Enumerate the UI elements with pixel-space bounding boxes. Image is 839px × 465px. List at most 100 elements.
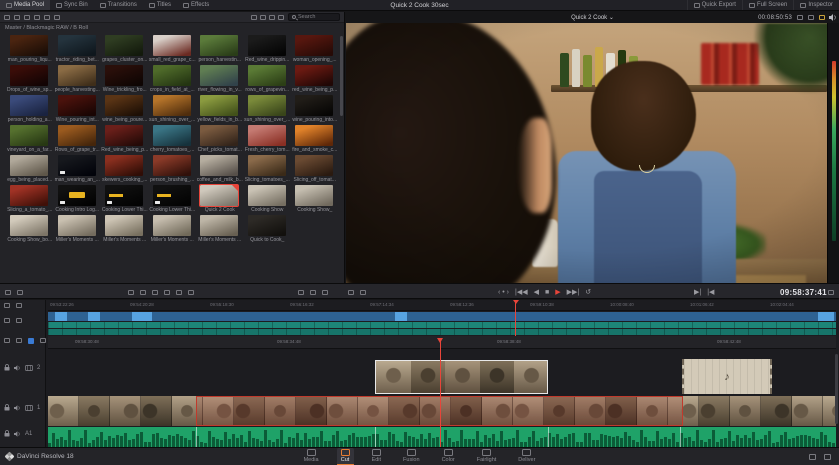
media-clip[interactable]: tractor_riding_bet...: [54, 34, 102, 64]
media-clip[interactable]: Chef_picks_tomat...: [196, 124, 244, 154]
media-clip[interactable]: person_holding_a...: [6, 94, 54, 124]
sync-clips-icon[interactable]: [44, 14, 50, 20]
search-input[interactable]: Search: [288, 13, 340, 21]
page-fairlight[interactable]: Fairlight: [473, 448, 501, 465]
selected-clip-v2[interactable]: [375, 360, 548, 394]
clip-color-swatch[interactable]: [28, 338, 34, 344]
audio-track-1[interactable]: [48, 427, 836, 447]
match-frame-button[interactable]: ▶|: [694, 289, 701, 296]
loop-button[interactable]: ↺: [585, 289, 591, 296]
page-deliver[interactable]: Deliver: [514, 448, 539, 465]
media-clip[interactable]: person_harvestin...: [196, 34, 244, 64]
media-clip[interactable]: red_wine_being_p...: [291, 64, 339, 94]
import-media-icon[interactable]: [4, 14, 10, 20]
overview-audio-track-1[interactable]: [48, 322, 836, 328]
timeline-playhead[interactable]: [437, 338, 443, 447]
media-clip[interactable]: Cooking Intro Log...: [54, 184, 102, 214]
media-clip[interactable]: rows_of_grapevin...: [244, 64, 292, 94]
snapping-icon[interactable]: [16, 303, 22, 308]
media-clip[interactable]: egg_being_placed...: [6, 154, 54, 184]
camera-icon[interactable]: [54, 14, 60, 20]
cloud-icon[interactable]: [797, 15, 803, 20]
tab-sync-bin[interactable]: Sync Bin: [50, 0, 94, 10]
lock-icon[interactable]: [4, 364, 10, 371]
media-clip[interactable]: person_brushing_...: [149, 154, 197, 184]
go-to-end-button[interactable]: ▶▶|: [567, 289, 580, 296]
page-media[interactable]: Media: [300, 448, 323, 465]
page-fusion[interactable]: Fusion: [399, 448, 424, 465]
inspector-button[interactable]: Inspector: [793, 0, 839, 10]
edit-function-icon[interactable]: [164, 289, 170, 295]
view-mode-icon[interactable]: [322, 289, 328, 295]
flag-icon[interactable]: [40, 338, 46, 343]
wand-icon[interactable]: [819, 15, 825, 20]
media-clip[interactable]: cherry_tomatoes_...: [149, 124, 197, 154]
media-clip[interactable]: wine_being_poure...: [101, 94, 149, 124]
media-clip[interactable]: Miller's Moments ...: [101, 214, 149, 244]
shuttle-control[interactable]: ‹ • ›: [498, 289, 509, 296]
media-clip[interactable]: sun_shining_over_...: [149, 94, 197, 124]
speaker-icon[interactable]: [14, 404, 21, 411]
timeline-scrollbar[interactable]: [835, 354, 838, 424]
page-color[interactable]: Color: [438, 448, 459, 465]
media-clip[interactable]: coffee_and_milk_b...: [196, 154, 244, 184]
media-clip[interactable]: small_red_grape_c...: [149, 34, 197, 64]
tab-transitions[interactable]: Transitions: [94, 0, 143, 10]
track-tools-icon[interactable]: [4, 303, 10, 308]
media-clip[interactable]: yellow_fields_in_b...: [196, 94, 244, 124]
media-clip[interactable]: Cooking Lower Thi...: [149, 184, 197, 214]
play-reverse-button[interactable]: ◀: [534, 289, 539, 296]
edit-function-icon[interactable]: [128, 289, 134, 295]
media-clip[interactable]: Fresh_cherry_tom...: [244, 124, 292, 154]
thumbnail-view-icon[interactable]: [260, 14, 266, 20]
stop-button[interactable]: ■: [545, 289, 549, 296]
media-clip[interactable]: man_pouring_liqu...: [6, 34, 54, 64]
media-clip[interactable]: woman_opening_...: [291, 34, 339, 64]
music-clip[interactable]: ♪: [682, 359, 772, 394]
media-clip[interactable]: river_flowing_in_v...: [196, 64, 244, 94]
media-clip[interactable]: Slicing_tomatoes_...: [244, 154, 292, 184]
media-clip[interactable]: man_wearing_an_...: [54, 154, 102, 184]
lock-icon[interactable]: [4, 430, 10, 437]
media-clip[interactable]: Cooking Show_: [291, 184, 339, 214]
trim-tool-icon[interactable]: [348, 289, 354, 295]
media-clip[interactable]: Wine_trickling_fro...: [101, 64, 149, 94]
timeline-tool-icon[interactable]: [17, 289, 23, 295]
full-screen-button[interactable]: Full Screen: [741, 0, 793, 10]
media-clip[interactable]: Drops_of_wine_sp...: [6, 64, 54, 94]
media-clip[interactable]: Wine_pouring_int...: [54, 94, 102, 124]
view-mode-icon[interactable]: [298, 289, 304, 295]
media-clip[interactable]: Cooking Lower Thi...: [101, 184, 149, 214]
edit-function-icon[interactable]: [152, 289, 158, 295]
media-clip[interactable]: crops_in_field_at_...: [149, 64, 197, 94]
speaker-icon[interactable]: [829, 14, 837, 21]
timeline-options-icon[interactable]: [828, 289, 834, 295]
speaker-icon[interactable]: [14, 430, 21, 437]
media-clip[interactable]: sun_shining_over_...: [244, 94, 292, 124]
prev-edit-button[interactable]: |◀: [707, 289, 714, 296]
video-preview[interactable]: [346, 23, 827, 283]
tab-titles[interactable]: Titles: [143, 0, 177, 10]
marker-flag-icon[interactable]: [16, 338, 22, 343]
media-clip[interactable]: Red_wine_drippin...: [244, 34, 292, 64]
media-clip[interactable]: Slicing_a_tomato_...: [6, 184, 54, 214]
page-cut[interactable]: Cut: [336, 447, 354, 465]
play-button[interactable]: ▶: [555, 289, 560, 296]
media-clip[interactable]: Quick to Cook_: [244, 214, 292, 244]
media-clip[interactable]: Miller's Moments ...: [149, 214, 197, 244]
duplicate-bin-icon[interactable]: [34, 14, 40, 20]
list-view-icon[interactable]: [269, 14, 275, 20]
scissors-icon[interactable]: [808, 15, 814, 20]
media-clip[interactable]: Rows_of_grape_tr...: [54, 124, 102, 154]
media-clip[interactable]: grapes_cluster_on...: [101, 34, 149, 64]
media-clip[interactable]: vineyard_on_a_far...: [6, 124, 54, 154]
go-to-start-button[interactable]: |◀◀: [515, 289, 528, 296]
overview-video-track[interactable]: [48, 312, 836, 321]
quick-export-button[interactable]: Quick Export: [686, 0, 742, 10]
timeline-tool-icon[interactable]: [5, 289, 11, 295]
media-clip[interactable]: Cooking Show_bo...: [6, 214, 54, 244]
media-clip[interactable]: wine_pouring_into...: [291, 94, 339, 124]
speaker-icon[interactable]: [14, 364, 21, 371]
overview-audio-track-2[interactable]: [48, 329, 836, 335]
new-bin-icon[interactable]: [24, 14, 30, 20]
